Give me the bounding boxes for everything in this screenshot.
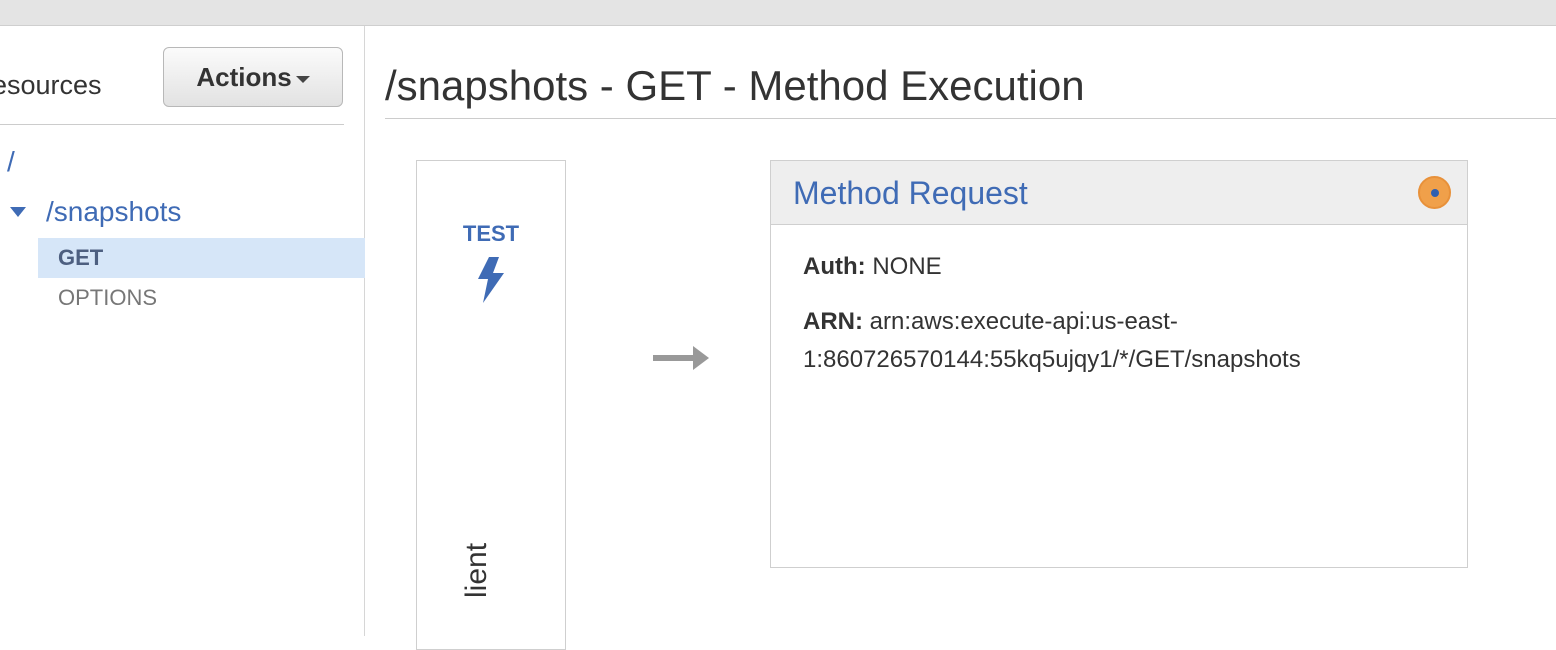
tree-method-options[interactable]: OPTIONS [38, 278, 365, 318]
tree-item-root[interactable]: / [7, 146, 15, 178]
title-divider [385, 118, 1556, 119]
arn-line: ARN: arn:aws:execute-api:us-east-1:86072… [803, 303, 1443, 379]
arn-value: arn:aws:execute-api:us-east-1:8607265701… [803, 308, 1301, 373]
method-request-panel: Method Request Auth: NONE ARN: arn:aws:e… [770, 160, 1468, 568]
auth-value: NONE [872, 253, 942, 280]
expand-triangle-icon[interactable] [10, 207, 26, 217]
actions-button[interactable]: Actions [163, 47, 343, 107]
sidebar-divider [0, 124, 344, 125]
top-bar [0, 0, 1556, 26]
chevron-down-icon [295, 75, 310, 83]
tree-method-get[interactable]: GET [38, 238, 365, 278]
status-dot-icon [1418, 176, 1451, 209]
resources-title: esources [0, 70, 102, 100]
arn-label: ARN: [803, 308, 863, 335]
method-request-title[interactable]: Method Request [793, 175, 1028, 212]
resources-sidebar: esources Actions / /snapshots GET OPTION… [0, 26, 365, 636]
tree-item-snapshots[interactable]: /snapshots [10, 196, 181, 228]
auth-line: Auth: NONE [803, 253, 942, 281]
method-request-header: Method Request [771, 161, 1467, 225]
tree-item-label: /snapshots [46, 196, 182, 227]
actions-button-label: Actions [196, 61, 292, 92]
page-title: /snapshots - GET - Method Execution [385, 62, 1085, 109]
arrow-right-icon [653, 346, 709, 370]
lightning-bolt-icon[interactable] [478, 257, 504, 303]
test-link[interactable]: TEST [417, 221, 565, 247]
auth-label: Auth: [803, 253, 866, 280]
client-label: lient [460, 542, 493, 598]
